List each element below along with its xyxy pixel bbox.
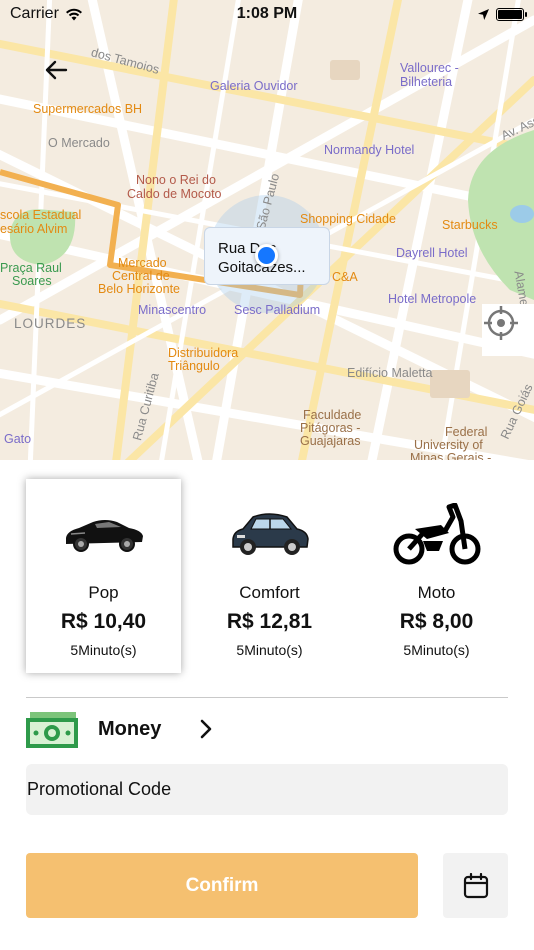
- carrier-label: Carrier: [10, 5, 59, 22]
- chevron-right-icon: [199, 719, 213, 739]
- calendar-icon: [463, 872, 488, 898]
- map-label: Vallourec -: [400, 61, 459, 75]
- map-label: Supermercados BH: [33, 102, 143, 116]
- map-label: Minas Gerais -: [410, 451, 492, 460]
- map-label: Dayrell Hotel: [396, 246, 468, 260]
- map-label: Guajajaras: [300, 434, 361, 448]
- crosshair-icon: [484, 306, 518, 340]
- map-label: Normandy Hotel: [324, 143, 415, 157]
- status-bar: Carrier 1:08 PM: [0, 0, 534, 28]
- locate-me-button[interactable]: [482, 304, 534, 356]
- map-label: Shopping Cidade: [300, 212, 396, 226]
- vehicle-eta: 5Minuto(s): [70, 642, 137, 658]
- vehicle-card-moto[interactable]: Moto R$ 8,00 5Minuto(s): [359, 479, 514, 673]
- vehicle-options: Pop R$ 10,40 5Minuto(s) Comfort R$ 12,81…: [26, 479, 514, 673]
- location-arrow-icon: [478, 8, 489, 20]
- map-label: LOURDES: [14, 316, 87, 331]
- sports-car-icon: [65, 520, 143, 552]
- map-label: Belo Horizonte: [98, 282, 180, 296]
- map-label: Sesc Palladium: [234, 303, 321, 317]
- vehicle-name: Pop: [88, 583, 119, 602]
- map-label: esário Alvim: [0, 222, 68, 236]
- vehicle-price: R$ 12,81: [226, 610, 313, 633]
- promo-code-input[interactable]: [26, 764, 508, 815]
- status-right: [477, 7, 527, 21]
- wifi-icon: [65, 8, 82, 20]
- payment-method-label: Money: [98, 717, 162, 740]
- vehicle-price: R$ 8,00: [399, 610, 474, 633]
- map-label: O Mercado: [48, 136, 110, 150]
- battery-icon: [496, 7, 527, 21]
- vehicle-image: [192, 501, 347, 567]
- schedule-button[interactable]: [443, 853, 508, 918]
- map-label: Soares: [12, 274, 52, 288]
- map-view[interactable]: Galeria Ouvidor Vallourec - Bilheteria S…: [0, 0, 534, 460]
- vehicle-price: R$ 10,40: [60, 610, 147, 633]
- map-label: Galeria Ouvidor: [210, 79, 298, 93]
- confirm-button[interactable]: Confirm: [26, 853, 418, 918]
- money-bill-icon: [26, 712, 78, 748]
- vehicle-image: [359, 501, 514, 567]
- map-label: C&A: [332, 270, 358, 284]
- motorcycle-icon: [393, 503, 480, 565]
- vehicle-card-pop[interactable]: Pop R$ 10,40 5Minuto(s): [26, 479, 181, 673]
- map-label: Hotel Metropole: [388, 292, 477, 306]
- divider: [26, 697, 508, 698]
- vehicle-name: Comfort: [239, 583, 300, 602]
- map-label: Triângulo: [168, 359, 220, 373]
- map-label: scola Estadual: [0, 208, 82, 222]
- sedan-car-icon: [231, 513, 309, 555]
- map-label: Caldo de Mocoto: [127, 187, 222, 201]
- arrow-left-icon: [45, 60, 68, 80]
- payment-method-selector[interactable]: Money: [26, 708, 326, 750]
- status-left: Carrier: [10, 5, 83, 23]
- map-label: Gato: [4, 432, 32, 446]
- vehicle-eta: 5Minuto(s): [236, 642, 303, 658]
- vehicle-image: [26, 501, 181, 567]
- map-label: Minascentro: [138, 303, 207, 317]
- vehicle-eta: 5Minuto(s): [403, 642, 470, 658]
- back-button[interactable]: [44, 60, 78, 90]
- current-location-pin: [255, 244, 278, 267]
- map-label: Starbucks: [442, 218, 498, 232]
- vehicle-card-comfort[interactable]: Comfort R$ 12,81 5Minuto(s): [192, 479, 347, 673]
- map-label: Bilheteria: [400, 75, 453, 89]
- vehicle-name: Moto: [417, 583, 456, 602]
- map-label: Edifício Maletta: [347, 366, 433, 380]
- map-label: Nono o Rei do: [136, 173, 216, 187]
